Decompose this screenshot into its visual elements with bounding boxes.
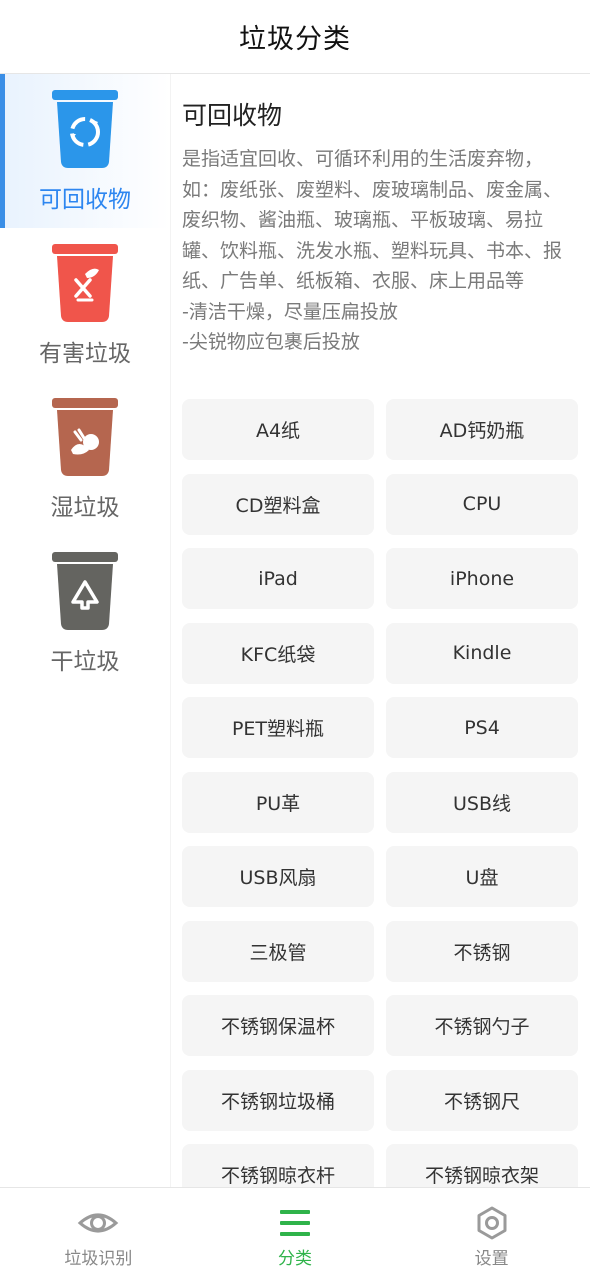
item-button[interactable]: iPad [182,548,374,609]
item-button[interactable]: 三极管 [182,920,374,982]
tab-category[interactable]: 分类 [197,1188,394,1280]
category-description: 是指适宜回收、可循环利用的生活废弃物，如：废纸张、废塑料、废玻璃制品、废金属、废… [182,144,578,358]
eye-icon [78,1213,119,1233]
item-button[interactable]: 不锈钢晾衣杆 [182,1144,374,1187]
item-button[interactable]: iPhone [386,548,578,609]
menu-icon [280,1210,310,1236]
page-title: 垃圾分类 [239,24,351,55]
tab-label: 分类 [278,1249,312,1269]
app-root: 垃圾分类 可回收物 有害垃圾 湿垃圾 干垃圾 可回收物 是指适宜回收、可循环利用… [0,0,590,1280]
sidebar-item-label: 湿垃圾 [50,495,120,521]
sidebar-item-hazardous[interactable]: 有害垃圾 [0,228,170,382]
item-button[interactable]: A4纸 [182,399,374,460]
item-button[interactable]: PU革 [182,771,374,833]
item-button[interactable]: PS4 [386,697,578,758]
settings-icon [477,1206,507,1240]
sidebar-item-wet[interactable]: 湿垃圾 [0,382,170,536]
category-title: 可回收物 [182,101,283,130]
category-content: 可回收物 是指适宜回收、可循环利用的生活废弃物，如：废纸张、废塑料、废玻璃制品、… [170,74,590,1187]
tip-text: -清洁干燥，尽量压扁投放 [182,300,398,323]
item-button[interactable]: U盘 [386,846,578,907]
recyclable-bin-icon [52,90,118,168]
bottom-nav: 垃圾识别 分类 设置 [0,1187,590,1280]
description-text: 是指适宜回收、可循环利用的生活废弃物，如：废纸张、废塑料、废玻璃制品、废金属、废… [182,148,563,292]
item-grid: A4纸 AD钙奶瓶 CD塑料盒 CPU iPad iPhone KFC纸袋 Ki… [182,399,578,1187]
item-button[interactable]: Kindle [386,622,578,684]
sidebar-item-label: 可回收物 [39,187,131,213]
sidebar-item-dry[interactable]: 干垃圾 [0,536,170,690]
sidebar-item-label: 有害垃圾 [39,341,131,367]
category-sidebar: 可回收物 有害垃圾 湿垃圾 干垃圾 [0,74,171,1187]
tab-label: 设置 [474,1249,509,1269]
hazardous-bin-icon [52,244,118,322]
item-button[interactable]: USB风扇 [182,846,374,907]
item-button[interactable]: 不锈钢尺 [386,1069,578,1131]
item-button[interactable]: AD钙奶瓶 [386,399,578,460]
item-button[interactable]: 不锈钢垃圾桶 [182,1069,374,1131]
tab-settings[interactable]: 设置 [393,1188,590,1280]
tab-recognize[interactable]: 垃圾识别 [0,1188,197,1280]
item-button[interactable]: KFC纸袋 [182,622,374,684]
item-button[interactable]: 不锈钢 [386,920,578,982]
item-button[interactable]: CPU [386,473,578,535]
item-button[interactable]: 不锈钢晾衣架 [386,1144,578,1187]
tip-text: -尖锐物应包裹后投放 [182,331,360,353]
item-button[interactable]: USB线 [386,771,578,833]
header: 垃圾分类 [0,0,590,74]
wet-bin-icon [52,398,118,476]
tab-label: 垃圾识别 [64,1249,133,1269]
sidebar-item-recyclable[interactable]: 可回收物 [0,74,170,228]
sidebar-item-label: 干垃圾 [50,649,120,675]
item-button[interactable]: PET塑料瓶 [182,697,374,758]
item-button[interactable]: 不锈钢勺子 [386,995,578,1056]
item-button[interactable]: 不锈钢保温杯 [182,995,374,1056]
dry-bin-icon [52,552,118,630]
item-button[interactable]: CD塑料盒 [182,473,374,535]
